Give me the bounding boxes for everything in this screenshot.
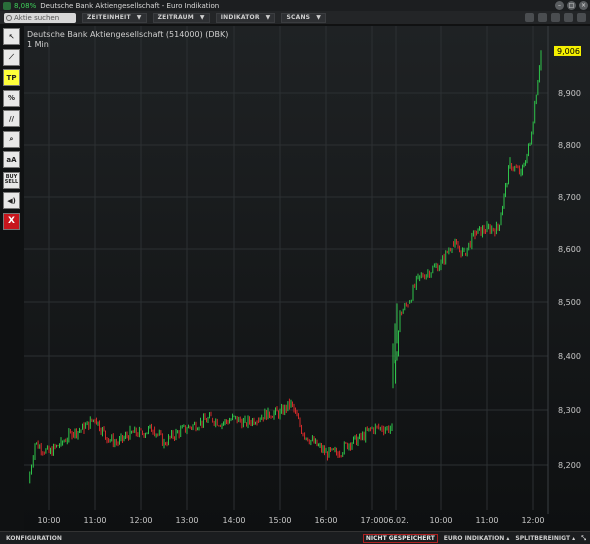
status-bar: KONFIGURATION NICHT GESPEICHERT EURO IND… — [0, 531, 590, 544]
x-tick-label: 10:00 — [429, 516, 452, 525]
chart-header: Deutsche Bank Aktiengesellschaft (514000… — [27, 30, 228, 50]
x-tick-label: 10:00 — [37, 516, 60, 525]
chart-interval: 1 Min — [27, 40, 49, 49]
y-tick-label: 8,900 — [558, 89, 581, 98]
y-tick-label: 8,400 — [558, 352, 581, 361]
x-tick-label: 12:00 — [129, 516, 152, 525]
x-tick-label: 15:00 — [268, 516, 291, 525]
x-tick-label: 14:00 — [222, 516, 245, 525]
last-price-label: 9,006 — [557, 47, 580, 56]
split-adjusted-button[interactable]: SPLITBEREINIGT ▴ — [515, 535, 575, 542]
not-saved-button[interactable]: NICHT GESPEICHERT — [362, 534, 438, 543]
resize-grip-icon[interactable]: ⤡ — [581, 535, 586, 543]
y-tick-label: 8,500 — [558, 298, 581, 307]
x-tick-label: 13:00 — [175, 516, 198, 525]
euro-indication-button[interactable]: EURO INDIKATION ▴ — [444, 535, 510, 542]
y-tick-label: 8,600 — [558, 245, 581, 254]
y-tick-label: 8,200 — [558, 461, 581, 470]
instrument-name: Deutsche Bank Aktiengesellschaft (514000… — [27, 30, 229, 39]
x-tick-label: 06.02. — [383, 516, 408, 525]
configuration-button[interactable]: KONFIGURATION — [6, 535, 62, 542]
price-chart[interactable]: 8,900 8,800 8,700 8,600 8,500 8,400 8,300 8,200… — [0, 0, 590, 531]
x-tick-label: 16:00 — [314, 516, 337, 525]
x-tick-label: 11:00 — [83, 516, 106, 525]
x-tick-label: 12:00 — [521, 516, 544, 525]
y-tick-label: 8,300 — [558, 406, 581, 415]
x-tick-label: 11:00 — [475, 516, 498, 525]
y-tick-label: 8,700 — [558, 193, 581, 202]
y-tick-label: 8,800 — [558, 141, 581, 150]
x-tick-label: 17:00 — [360, 516, 383, 525]
